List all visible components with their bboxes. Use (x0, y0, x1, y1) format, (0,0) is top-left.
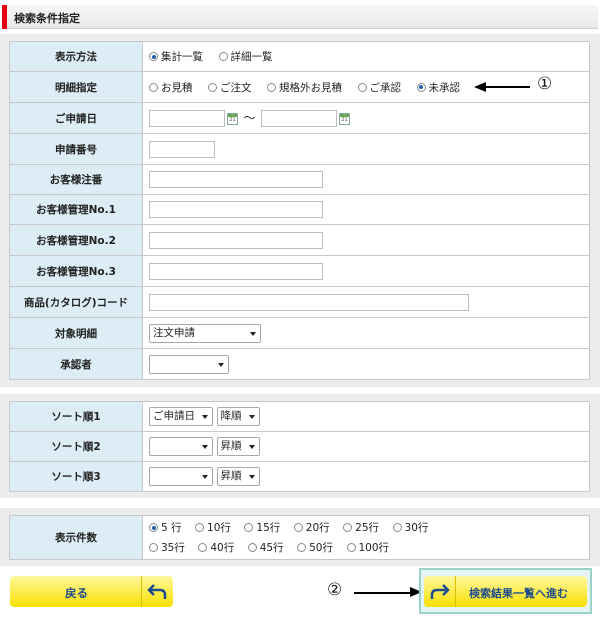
customer-order-input[interactable] (149, 171, 323, 188)
radio-count-30-control[interactable] (392, 523, 402, 532)
back-arrow-icon (141, 576, 173, 607)
section-title: 検索条件指定 (14, 12, 80, 25)
radio-estimate[interactable]: お見積 (149, 80, 193, 95)
sort3-field-select[interactable] (149, 467, 213, 486)
label-detail-spec: 明細指定 (9, 71, 143, 103)
radio-count-45-control[interactable] (247, 543, 257, 552)
annotation-arrow-2-line (354, 592, 412, 594)
chevron-down-icon (202, 445, 208, 449)
search-form-table: 表示方法 集計一覧 詳細一覧 明細指定 お見積 ご注文 規格外お見積 ご承認 未… (9, 41, 590, 380)
product-code-input[interactable] (149, 293, 469, 311)
radio-count-25-control[interactable] (343, 523, 353, 532)
approver-select[interactable] (149, 354, 229, 374)
label-apply-date: ご申請日 (9, 102, 143, 134)
apply-no-input[interactable] (149, 140, 215, 158)
radio-detail-control[interactable] (218, 52, 228, 61)
radio-approved[interactable]: ご承認 (357, 80, 401, 95)
label-product-code: 商品(カタログ)コード (9, 286, 143, 318)
chevron-down-icon (202, 415, 208, 419)
radio-count-35[interactable]: 35行 (149, 538, 185, 558)
label-sort3: ソート順3 (9, 461, 143, 492)
count-table: 表示件数 5 行 10行 15行 20行 25行 30行 35行 40行 45行… (9, 515, 590, 560)
label-mgmt2: お客様管理No.2 (9, 224, 143, 256)
annotation-arrow-1-line (484, 86, 530, 88)
chevron-down-icon (248, 475, 255, 479)
calendar-from-icon[interactable]: 21 (227, 112, 238, 125)
target-detail-select[interactable]: 注文申請 (149, 323, 261, 343)
sort1-field-select[interactable]: ご申請日 (149, 407, 213, 426)
back-button[interactable]: 戻る (10, 576, 173, 607)
date-to-input[interactable] (261, 110, 338, 128)
sort1-order-select[interactable]: 降順 (216, 407, 260, 426)
back-button-label: 戻る (65, 586, 88, 600)
chevron-down-icon (250, 331, 256, 336)
radio-estimate-control[interactable] (149, 82, 158, 92)
radio-unapproved-control[interactable] (416, 82, 426, 92)
radio-count-5[interactable]: 5 行 (149, 518, 182, 538)
label-count: 表示件数 (9, 515, 143, 560)
label-display-method: 表示方法 (9, 41, 143, 72)
radio-count-50[interactable]: 50行 (297, 538, 333, 558)
radio-count-50-control[interactable] (297, 543, 307, 552)
next-button-label: 検索結果一覧へ進む (469, 587, 568, 600)
label-customer-order: お客様注番 (9, 164, 143, 195)
section-header: 検索条件指定 (2, 5, 598, 29)
radio-summary[interactable]: 集計一覧 (149, 49, 203, 64)
sort3-order-select[interactable]: 昇順 (216, 467, 260, 486)
date-from-input[interactable] (149, 110, 225, 128)
radio-count-30[interactable]: 30行 (392, 518, 428, 538)
radio-count-40-control[interactable] (198, 543, 208, 552)
next-button[interactable]: 検索結果一覧へ進む (424, 576, 587, 607)
chevron-down-icon (218, 362, 224, 367)
radio-nonstandard-estimate[interactable]: 規格外お見積 (267, 80, 342, 95)
radio-summary-control[interactable] (149, 52, 158, 61)
chevron-down-icon (248, 415, 255, 419)
label-approver: 承認者 (9, 348, 143, 380)
header-accent-bar (2, 5, 7, 29)
radio-count-10-control[interactable] (195, 523, 205, 532)
mgmt3-input[interactable] (149, 262, 323, 280)
label-target-detail: 対象明細 (9, 317, 143, 349)
radio-order-control[interactable] (208, 82, 217, 92)
sort-table: ソート順1 ご申請日 降順 ソート順2 昇順 ソート順3 昇順 (9, 401, 590, 492)
radio-count-100[interactable]: 100行 (346, 538, 389, 558)
radio-approved-control[interactable] (357, 82, 367, 92)
forward-arrow-icon (424, 576, 456, 607)
radio-count-10[interactable]: 10行 (195, 518, 231, 538)
radio-count-45[interactable]: 45行 (247, 538, 284, 558)
radio-count-5-control[interactable] (149, 523, 158, 532)
radio-order[interactable]: ご注文 (208, 80, 252, 95)
chevron-down-icon (248, 445, 255, 449)
annotation-number-1: ① (537, 74, 553, 94)
radio-nonstandard-control[interactable] (267, 82, 276, 92)
chevron-down-icon (202, 475, 208, 479)
calendar-to-icon[interactable]: 21 (339, 112, 351, 125)
label-apply-no: 申請番号 (9, 133, 143, 165)
radio-unapproved[interactable]: 未承認 (416, 80, 460, 95)
sort2-order-select[interactable]: 昇順 (216, 437, 260, 456)
label-mgmt1: お客様管理No.1 (9, 194, 143, 225)
date-separator: ～ (243, 110, 256, 125)
radio-count-25[interactable]: 25行 (343, 518, 379, 538)
label-mgmt3: お客様管理No.3 (9, 255, 143, 287)
label-sort2: ソート順2 (9, 431, 143, 462)
radio-count-15[interactable]: 15行 (244, 518, 280, 538)
radio-detail[interactable]: 詳細一覧 (218, 49, 273, 64)
radio-count-20-control[interactable] (293, 523, 303, 532)
radio-count-35-control[interactable] (149, 543, 158, 552)
annotation-number-2: ② (327, 580, 343, 600)
mgmt1-input[interactable] (149, 201, 323, 218)
sort2-field-select[interactable] (149, 437, 213, 456)
radio-count-100-control[interactable] (346, 543, 356, 552)
radio-count-15-control[interactable] (244, 523, 254, 532)
radio-count-20[interactable]: 20行 (293, 518, 330, 538)
radio-count-40[interactable]: 40行 (198, 538, 234, 558)
label-sort1: ソート順1 (9, 401, 143, 432)
mgmt2-input[interactable] (149, 231, 323, 249)
